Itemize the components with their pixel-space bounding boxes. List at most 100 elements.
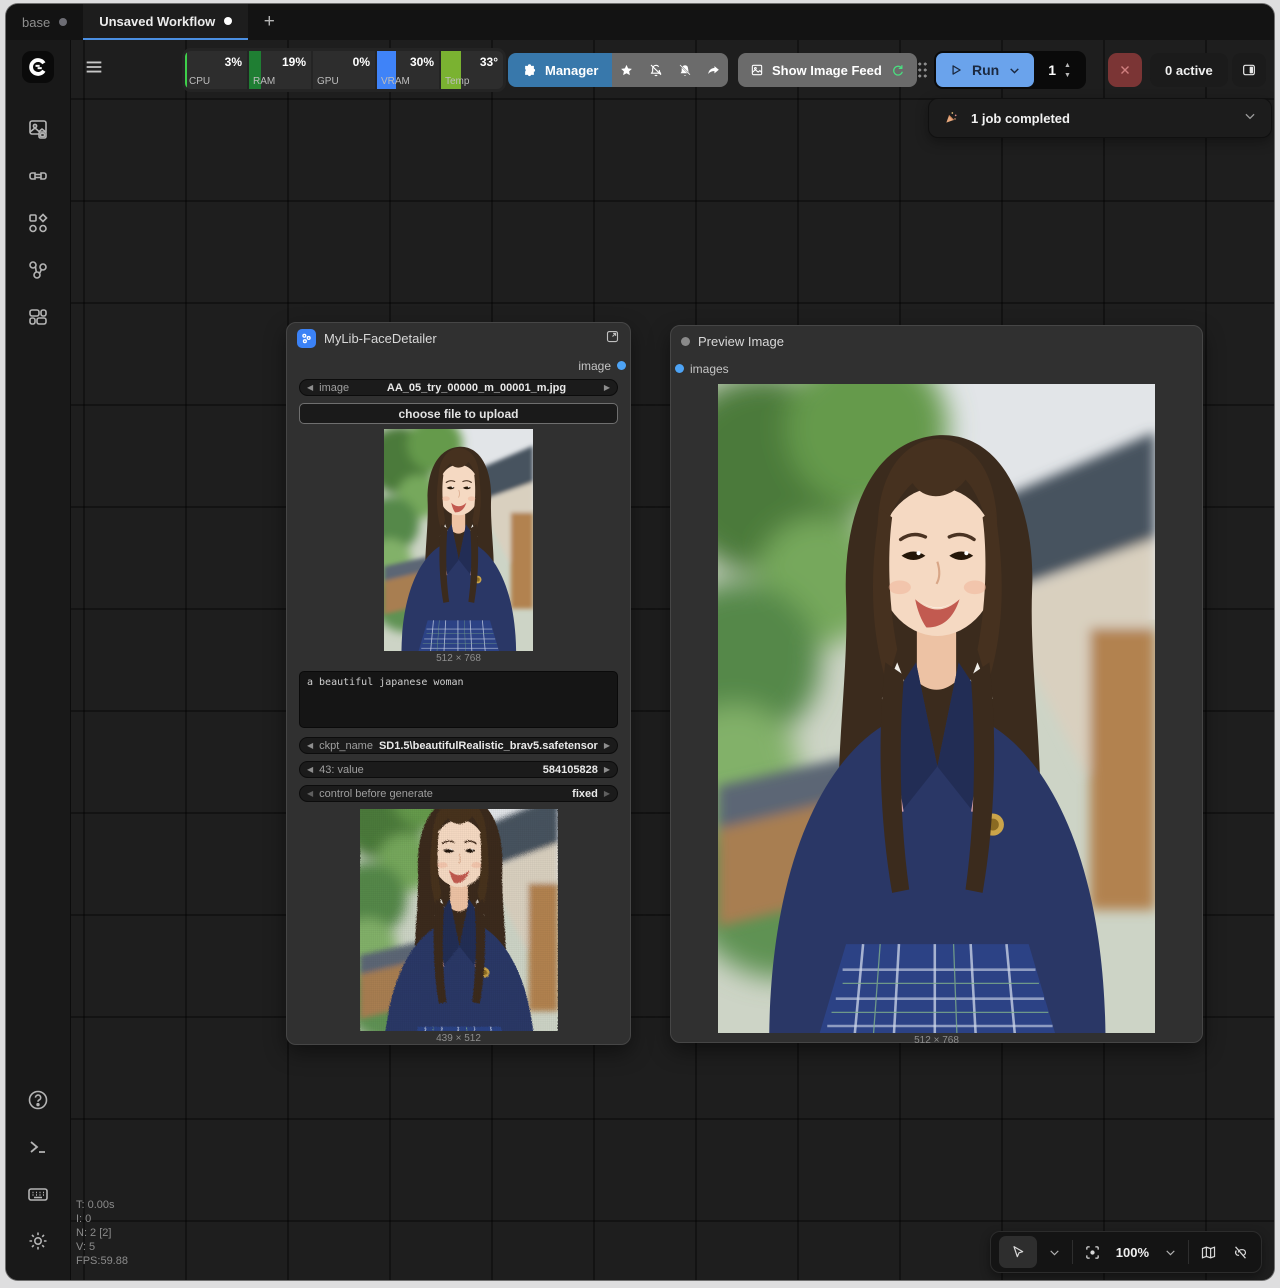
stat-nodes: N: 2 [2] <box>76 1226 128 1240</box>
batch-count-input[interactable]: 1 ▲▼ <box>1034 53 1084 87</box>
node-image-preview-noisy[interactable] <box>360 809 558 1031</box>
collapse-node-dot[interactable] <box>681 337 690 346</box>
favorites-button[interactable] <box>612 53 641 87</box>
sidebar-item-help[interactable] <box>18 1080 58 1120</box>
job-notification[interactable]: 1 job completed <box>928 98 1272 138</box>
notifications-mute-button[interactable] <box>641 53 670 87</box>
node-title-bar[interactable]: MyLib-FaceDetailer <box>287 323 630 353</box>
sidebar-item-terminal[interactable] <box>18 1127 58 1167</box>
notification-chevron-icon[interactable] <box>1243 109 1257 128</box>
output-port-image[interactable]: image <box>287 353 630 379</box>
sidebar-item-node-library[interactable] <box>18 156 58 196</box>
input-port-images[interactable]: images <box>671 356 1202 382</box>
step-down-icon[interactable]: ▼ <box>1064 72 1071 79</box>
unsaved-dot <box>224 17 232 25</box>
sidebar-item-shortcuts[interactable] <box>18 1174 58 1214</box>
graph-canvas[interactable]: 3% CPU 19% RAM 0% GPU 30% VRAM <box>71 40 1274 1280</box>
minimap-button[interactable] <box>1196 1236 1221 1268</box>
widget-label: 43: value <box>319 764 364 776</box>
widget-image-select[interactable]: ◀ image AA_05_try_00000_m_00001_m.jpg ▶ <box>299 379 618 396</box>
map-icon <box>1200 1244 1217 1261</box>
gpu-value: 0% <box>353 55 370 69</box>
stat-time: T: 0.00s <box>76 1198 128 1212</box>
vram-label: VRAM <box>381 76 410 87</box>
next-arrow-icon[interactable]: ▶ <box>604 742 610 750</box>
image-dimensions-caption: 439 × 512 <box>299 1031 618 1047</box>
input-port-dot[interactable] <box>675 364 684 373</box>
ram-value: 19% <box>282 55 306 69</box>
widget-control-before-generate[interactable]: ◀ control before generate fixed ▶ <box>299 785 618 802</box>
output-port-label: image <box>578 359 611 373</box>
batch-count-stepper[interactable]: ▲▼ <box>1064 62 1071 79</box>
sidebar-item-templates[interactable] <box>18 297 58 337</box>
sidebar-item-model-library[interactable] <box>18 203 58 243</box>
alerts-mute-button[interactable] <box>670 53 699 87</box>
toggle-panel-button[interactable] <box>1232 53 1266 87</box>
cancel-button[interactable] <box>1108 53 1142 87</box>
zoom-level-value: 100% <box>1116 1245 1149 1260</box>
tool-dropdown-button[interactable] <box>1044 1236 1065 1268</box>
monitor-vram: 30% VRAM <box>377 51 439 89</box>
batch-count-value: 1 <box>1048 62 1056 78</box>
sidebar-item-assets[interactable] <box>18 109 58 149</box>
expand-node-icon[interactable] <box>605 329 620 347</box>
show-image-feed-label: Show Image Feed <box>772 63 882 78</box>
preview-image-output[interactable] <box>718 384 1155 1033</box>
zoom-level-button[interactable]: 100% <box>1112 1236 1153 1268</box>
run-label: Run <box>972 62 999 78</box>
feed-refresh-icon <box>890 63 905 78</box>
chevron-down-icon <box>1048 1246 1061 1259</box>
canvas-controls-toolbar: 100% <box>990 1231 1262 1273</box>
run-button[interactable]: Run <box>936 53 1034 87</box>
next-arrow-icon[interactable]: ▶ <box>604 766 610 774</box>
monitor-gpu: 0% GPU <box>313 51 375 89</box>
resource-monitors: 3% CPU 19% RAM 0% GPU 30% VRAM <box>182 48 506 92</box>
widget-seed-value[interactable]: ◀ 43: value 584105828 ▶ <box>299 761 618 778</box>
keyboard-icon <box>26 1182 50 1206</box>
bell-off-icon <box>677 62 693 78</box>
sidebar-item-settings[interactable] <box>18 1221 58 1261</box>
prev-arrow-icon[interactable]: ◀ <box>307 766 313 774</box>
tab-unsaved-workflow[interactable]: Unsaved Workflow <box>83 4 248 40</box>
tab-base[interactable]: base <box>6 4 83 40</box>
active-jobs-badge[interactable]: 0 active <box>1150 53 1228 87</box>
terminal-icon <box>26 1135 50 1159</box>
image-feed-icon <box>750 63 764 77</box>
menu-button[interactable] <box>83 56 105 83</box>
prev-arrow-icon[interactable]: ◀ <box>307 790 313 798</box>
sidebar <box>6 40 71 1280</box>
new-tab-button[interactable]: + <box>248 4 290 40</box>
step-up-icon[interactable]: ▲ <box>1064 62 1071 69</box>
notification-text: 1 job completed <box>971 111 1231 126</box>
manager-button[interactable]: Manager <box>508 53 612 87</box>
next-arrow-icon[interactable]: ▶ <box>604 384 610 392</box>
comfyui-logo[interactable] <box>22 51 54 83</box>
output-port-dot[interactable] <box>617 361 626 370</box>
gpu-label: GPU <box>317 76 339 87</box>
node-title-bar[interactable]: Preview Image <box>671 326 1202 356</box>
prompt-textarea[interactable]: a beautiful japanese woman <box>299 671 618 728</box>
widget-ckpt-name[interactable]: ◀ ckpt_name SD1.5\beautifulRealistic_bra… <box>299 737 618 754</box>
node-preview-image[interactable]: Preview Image images 512 × 768 <box>670 325 1203 1043</box>
toolbar-drag-handle[interactable] <box>917 61 928 79</box>
select-tool-button[interactable] <box>999 1236 1037 1268</box>
upload-button[interactable]: choose file to upload <box>299 403 618 424</box>
toggle-links-button[interactable] <box>1228 1236 1253 1268</box>
node-image-preview[interactable] <box>384 429 533 651</box>
temp-value: 33° <box>480 55 498 69</box>
fit-view-button[interactable] <box>1080 1236 1105 1268</box>
sidebar-item-workflows-graph[interactable] <box>18 250 58 290</box>
help-icon <box>26 1088 50 1112</box>
prev-arrow-icon[interactable]: ◀ <box>307 384 313 392</box>
prev-arrow-icon[interactable]: ◀ <box>307 742 313 750</box>
cursor-icon <box>1010 1244 1026 1260</box>
stat-fps: FPS:59.88 <box>76 1254 128 1268</box>
next-arrow-icon[interactable]: ▶ <box>604 790 610 798</box>
celebration-icon <box>943 110 959 126</box>
zoom-dropdown-button[interactable] <box>1160 1236 1181 1268</box>
comfyui-logo-icon <box>28 57 48 77</box>
star-icon <box>619 63 634 78</box>
show-image-feed-button[interactable]: Show Image Feed <box>738 53 917 87</box>
share-button[interactable] <box>699 53 728 87</box>
node-mylib-facedetailer[interactable]: MyLib-FaceDetailer image ◀ image <box>286 322 631 1045</box>
